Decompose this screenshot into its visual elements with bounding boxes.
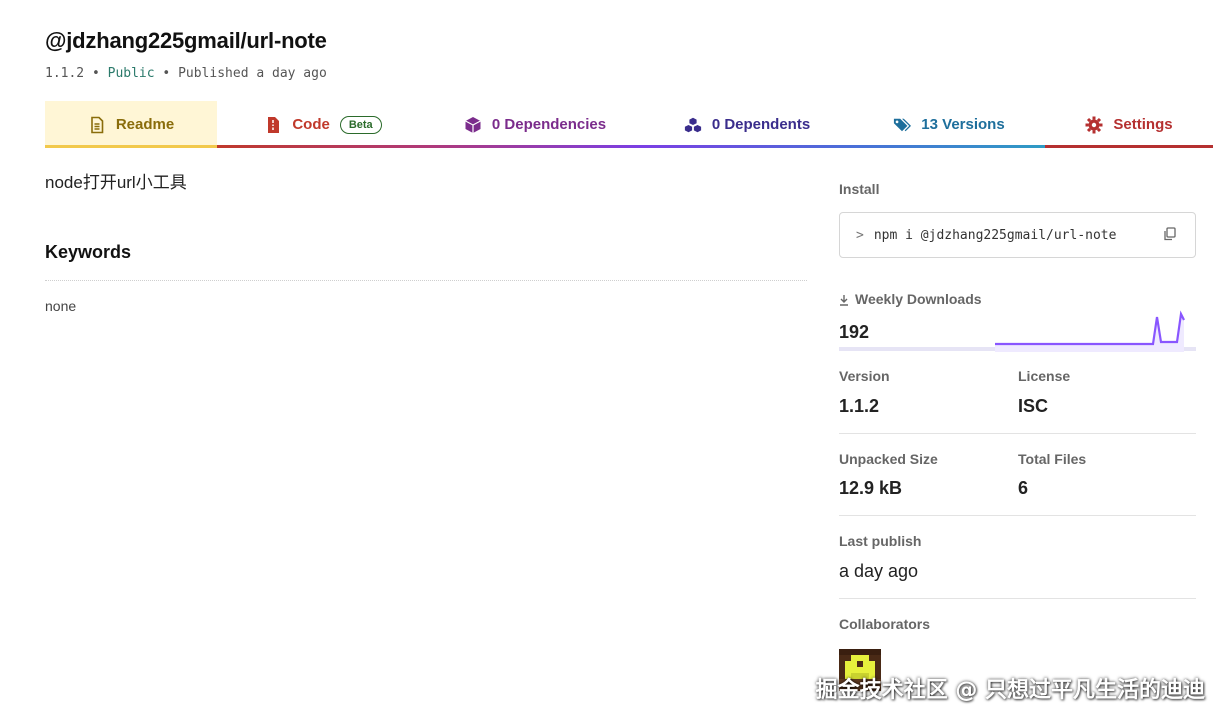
package-version: 1.1.2 <box>45 66 85 81</box>
package-meta: 1.1.2 • Public • Published a day ago <box>45 66 327 81</box>
chevron-right-icon: > <box>856 227 864 243</box>
weekly-downloads-count: 192 <box>839 322 870 342</box>
tab-readme[interactable]: Readme <box>45 101 217 148</box>
package-published: Published a day ago <box>178 66 327 81</box>
download-icon <box>839 293 849 306</box>
tab-underline <box>217 145 429 148</box>
weekly-downloads-label: Weekly Downloads <box>839 291 982 307</box>
tab-underline <box>641 145 853 148</box>
tab-dependents[interactable]: 0 Dependents <box>641 101 853 148</box>
tab-label: 0 Dependents <box>711 116 811 133</box>
install-command[interactable]: npm i @jdzhang225gmail/url-note <box>874 228 1117 243</box>
tab-label: 0 Dependencies <box>491 116 607 133</box>
copy-icon[interactable] <box>1163 227 1177 241</box>
last-publish-label: Last publish <box>839 533 922 549</box>
sidebar-divider <box>839 598 1196 599</box>
install-command-box[interactable]: > npm i @jdzhang225gmail/url-note <box>839 212 1196 258</box>
meta-separator: • <box>91 66 100 81</box>
tab-underline <box>45 145 217 148</box>
package-visibility: Public <box>107 66 155 81</box>
license-value: ISC <box>1018 396 1049 416</box>
sidebar-divider <box>839 515 1196 516</box>
package-sidebar: Install > npm i @jdzhang225gmail/url-not… <box>839 0 1196 721</box>
meta-separator: • <box>162 66 171 81</box>
total-files-value: 6 <box>1018 478 1029 498</box>
unpacked-size-label: Unpacked Size <box>839 451 938 467</box>
install-label: Install <box>839 181 880 197</box>
unpacked-size-value: 12.9 kB <box>839 478 903 498</box>
tab-underline <box>429 145 641 148</box>
tab-code[interactable]: Code Beta <box>217 101 429 148</box>
weekly-downloads-text: Weekly Downloads <box>855 291 982 307</box>
tab-label: Readme <box>115 116 175 133</box>
beta-badge: Beta <box>339 115 382 134</box>
tab-dependencies[interactable]: 0 Dependencies <box>429 101 641 148</box>
collaborators-label: Collaborators <box>839 616 931 632</box>
keywords-value: none <box>45 298 77 314</box>
dependents-icon <box>684 116 702 134</box>
watermark: 掘金技术社区 @ 只想过平凡生活的迪迪 <box>815 678 1205 703</box>
downloads-sparkline <box>995 310 1185 352</box>
tab-label: Code <box>292 116 330 133</box>
package-title: @jdzhang225gmail/url-note <box>45 28 327 53</box>
keywords-divider <box>45 280 807 281</box>
readme-text: node打开url小工具 <box>45 173 187 192</box>
version-label: Version <box>839 368 890 384</box>
version-value: 1.1.2 <box>839 396 880 416</box>
readme-icon <box>88 116 106 134</box>
license-label: License <box>1018 368 1071 384</box>
sidebar-divider <box>839 433 1196 434</box>
keywords-heading: Keywords <box>45 242 132 262</box>
total-files-label: Total Files <box>1018 451 1087 467</box>
last-publish-value: a day ago <box>839 561 919 581</box>
dependencies-icon <box>464 116 482 134</box>
code-icon <box>264 116 282 134</box>
